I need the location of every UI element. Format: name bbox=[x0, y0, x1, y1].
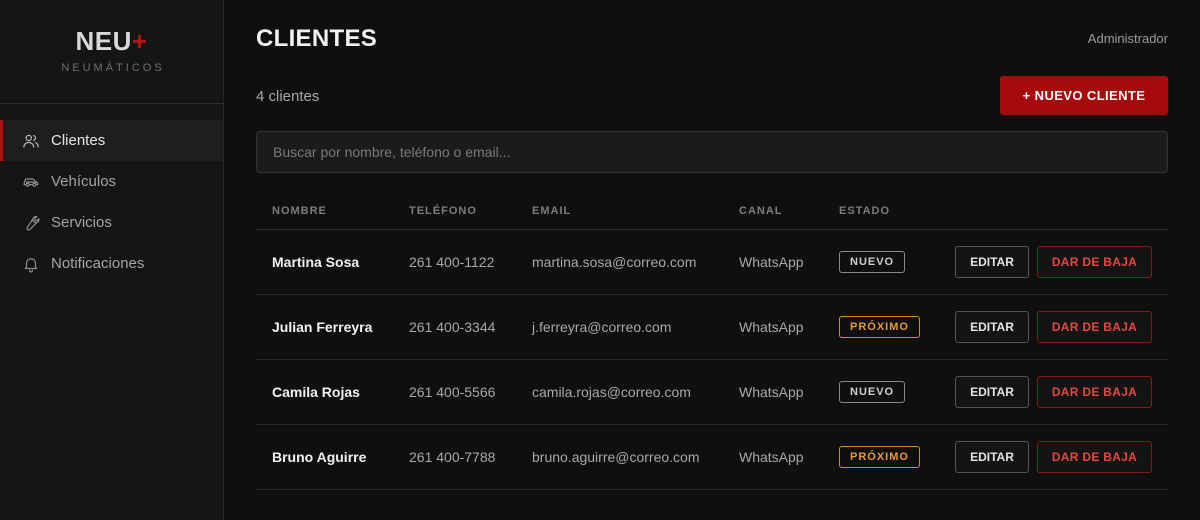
status-badge: PRÓXIMO bbox=[839, 446, 920, 468]
new-client-button[interactable]: + NUEVO CLIENTE bbox=[1000, 76, 1168, 115]
brand-logo: NEU+ NEUMÁTICOS bbox=[0, 0, 223, 104]
status-badge: NUEVO bbox=[839, 381, 906, 403]
status-badge: NUEVO bbox=[839, 251, 906, 273]
brand-text: NEU bbox=[75, 26, 132, 56]
column-header-telefono: TELÉFONO bbox=[409, 205, 477, 217]
brand-subtitle: NEUMÁTICOS bbox=[61, 62, 165, 74]
edit-button[interactable]: EDITAR bbox=[955, 376, 1029, 408]
status-badge: PRÓXIMO bbox=[839, 316, 920, 338]
sidebar-item-label: Clientes bbox=[51, 132, 106, 149]
client-email: martina.sosa@correo.com bbox=[532, 254, 697, 270]
client-email: j.ferreyra@correo.com bbox=[532, 319, 672, 335]
table-row: Camila Rojas 261 400-5566 camila.rojas@c… bbox=[256, 360, 1168, 425]
edit-button[interactable]: EDITAR bbox=[955, 311, 1029, 343]
client-name: Martina Sosa bbox=[272, 254, 360, 270]
client-channel: WhatsApp bbox=[739, 449, 804, 465]
deactivate-button[interactable]: DAR DE BAJA bbox=[1037, 246, 1152, 278]
table-row: Bruno Aguirre 261 400-7788 bruno.aguirre… bbox=[256, 425, 1168, 490]
sidebar-item-clientes[interactable]: Clientes bbox=[0, 120, 223, 161]
client-name: Camila Rojas bbox=[272, 384, 360, 400]
table-row: Julian Ferreyra 261 400-3344 j.ferreyra@… bbox=[256, 295, 1168, 360]
users-icon bbox=[22, 132, 40, 150]
brand-plus: + bbox=[131, 26, 148, 56]
client-phone: 261 400-7788 bbox=[409, 449, 496, 465]
sidebar-item-label: Servicios bbox=[51, 214, 112, 231]
bell-icon bbox=[22, 255, 40, 273]
table-row: Martina Sosa 261 400-1122 martina.sosa@c… bbox=[256, 230, 1168, 295]
edit-button[interactable]: EDITAR bbox=[955, 246, 1029, 278]
sidebar-item-servicios[interactable]: Servicios bbox=[0, 202, 223, 243]
clients-table: NOMBRE TELÉFONO EMAIL CANAL ESTADO Marti… bbox=[256, 193, 1168, 490]
deactivate-button[interactable]: DAR DE BAJA bbox=[1037, 311, 1152, 343]
client-name: Julian Ferreyra bbox=[272, 319, 373, 335]
column-header-canal: CANAL bbox=[739, 205, 783, 217]
column-header-email: EMAIL bbox=[532, 205, 572, 217]
client-count: 4 clientes bbox=[256, 88, 320, 105]
client-name: Bruno Aguirre bbox=[272, 449, 367, 465]
deactivate-button[interactable]: DAR DE BAJA bbox=[1037, 376, 1152, 408]
sidebar-item-label: Vehículos bbox=[51, 173, 117, 190]
car-icon bbox=[22, 173, 40, 191]
column-header-nombre: NOMBRE bbox=[272, 205, 327, 217]
client-email: bruno.aguirre@correo.com bbox=[532, 449, 700, 465]
page-title: CLIENTES bbox=[256, 25, 378, 52]
search-input[interactable] bbox=[256, 131, 1168, 173]
sidebar-item-notificaciones[interactable]: Notificaciones bbox=[0, 243, 223, 284]
wrench-icon bbox=[22, 214, 40, 232]
user-role[interactable]: Administrador bbox=[1088, 31, 1168, 46]
sidebar-item-vehiculos[interactable]: Vehículos bbox=[0, 161, 223, 202]
deactivate-button[interactable]: DAR DE BAJA bbox=[1037, 441, 1152, 473]
client-channel: WhatsApp bbox=[739, 254, 804, 270]
column-header-estado: ESTADO bbox=[839, 205, 891, 217]
client-phone: 261 400-1122 bbox=[409, 254, 495, 270]
sidebar-item-label: Notificaciones bbox=[51, 255, 145, 272]
client-phone: 261 400-5566 bbox=[409, 384, 496, 400]
table-header: NOMBRE TELÉFONO EMAIL CANAL ESTADO bbox=[256, 193, 1168, 230]
client-channel: WhatsApp bbox=[739, 319, 804, 335]
client-email: camila.rojas@correo.com bbox=[532, 384, 691, 400]
client-channel: WhatsApp bbox=[739, 384, 804, 400]
client-phone: 261 400-3344 bbox=[409, 319, 496, 335]
sidebar: NEU+ NEUMÁTICOS Clientes Vehículos Servi… bbox=[0, 0, 224, 520]
edit-button[interactable]: EDITAR bbox=[955, 441, 1029, 473]
brand-name: NEU+ bbox=[0, 27, 223, 55]
sidebar-nav: Clientes Vehículos Servicios Notificacio… bbox=[0, 120, 223, 284]
